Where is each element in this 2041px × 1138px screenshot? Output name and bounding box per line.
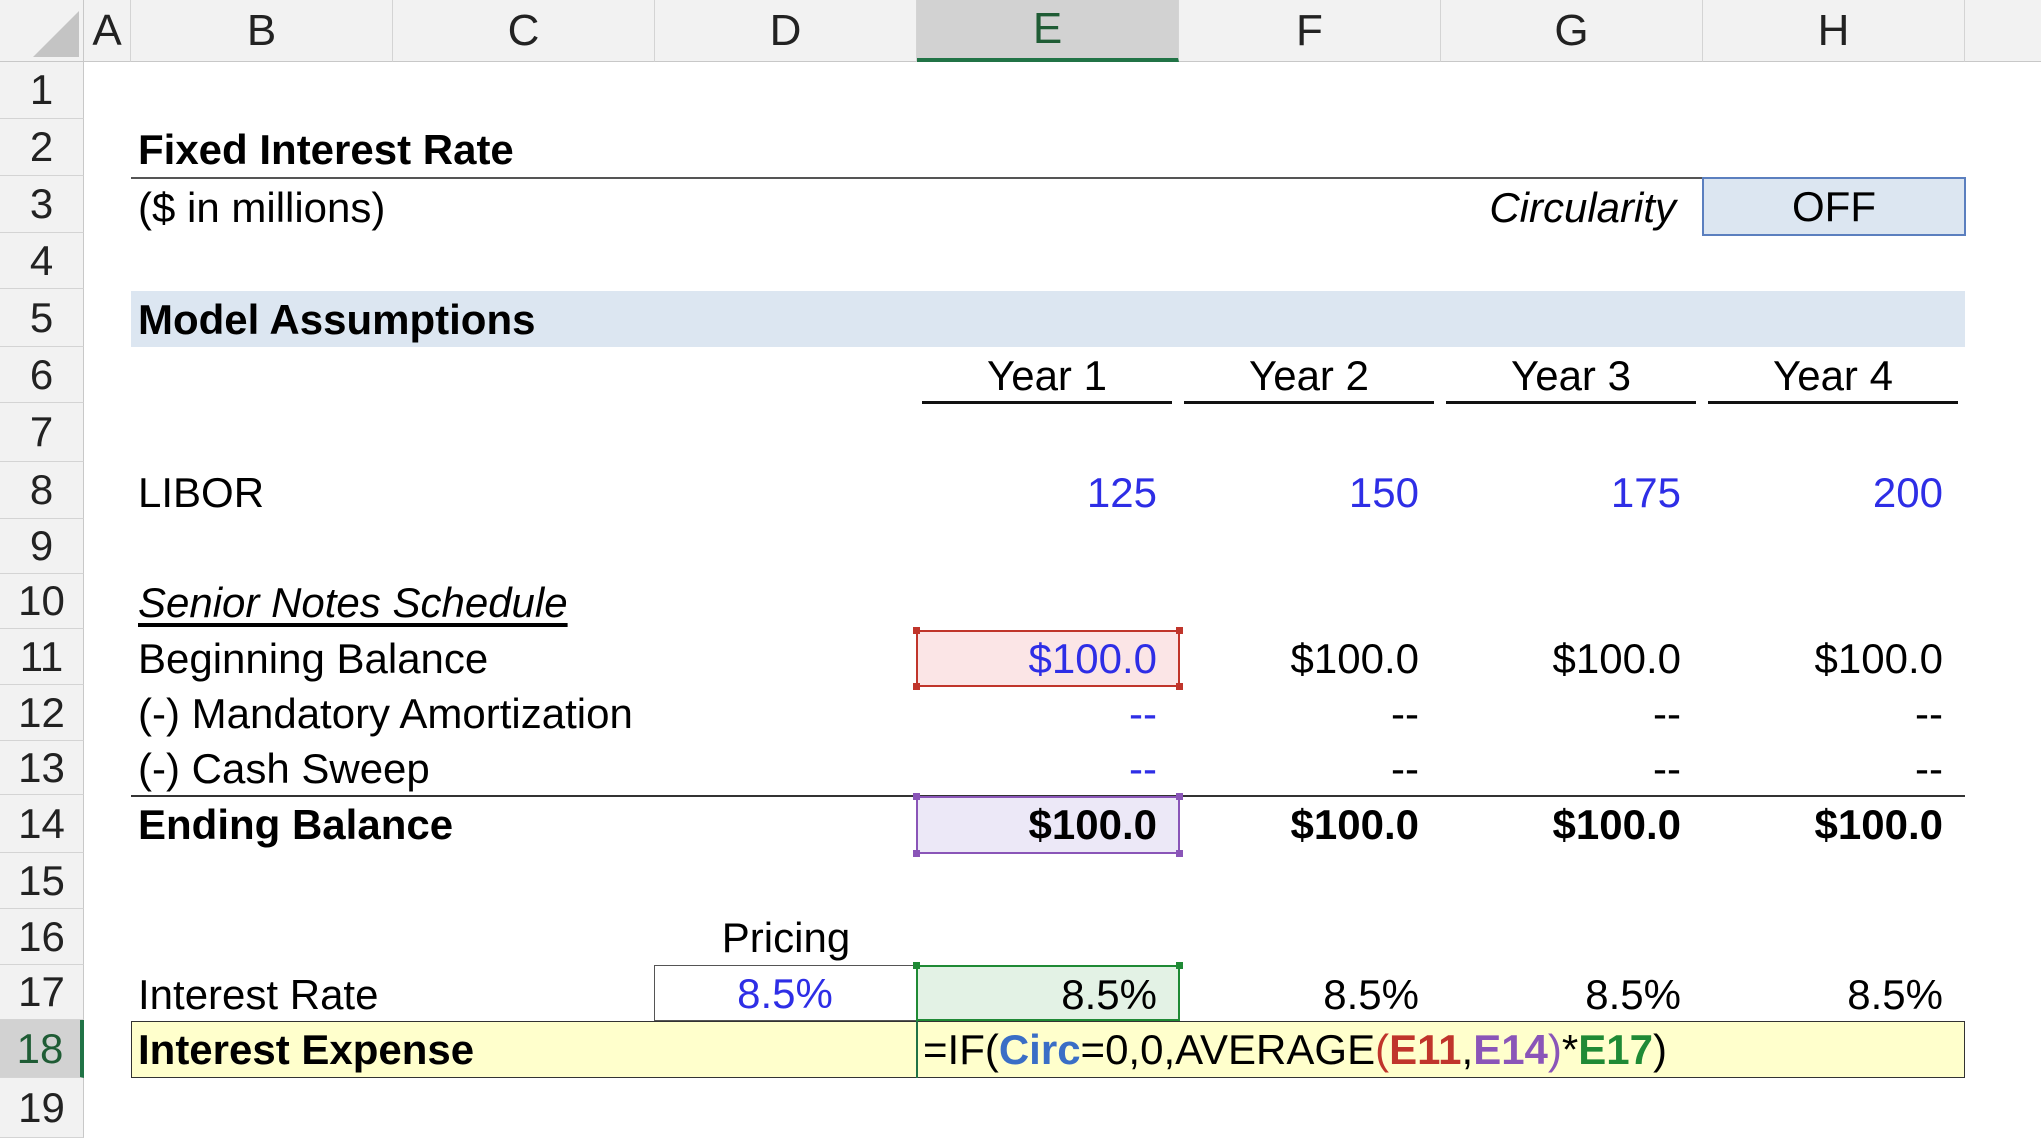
libor-label: LIBOR xyxy=(138,469,265,516)
column-header-d[interactable]: D xyxy=(655,0,917,62)
column-header-a[interactable]: A xyxy=(84,0,131,62)
cash-sweep-year-3[interactable]: -- xyxy=(1441,741,1681,797)
formula-ref-e17: E17 xyxy=(1578,1026,1654,1073)
ending-balance-year-3[interactable]: $100.0 xyxy=(1441,797,1681,853)
pricing-input-cell[interactable]: 8.5% xyxy=(654,965,917,1021)
row-header-8[interactable]: 8 xyxy=(0,462,84,519)
interest-rate-year-3[interactable]: 8.5% xyxy=(1441,967,1681,1023)
row-header-2[interactable]: 2 xyxy=(0,119,84,176)
libor-year-4[interactable]: 200 xyxy=(1703,465,1943,521)
column-header-f[interactable]: F xyxy=(1179,0,1441,62)
formula-ref-e11: E11 xyxy=(1389,1026,1462,1073)
row-header-18[interactable]: 18 xyxy=(0,1020,84,1078)
mandatory-amortization-label: (-) Mandatory Amortization xyxy=(138,690,633,737)
column-header-empty[interactable] xyxy=(1965,0,2041,62)
cash-sweep-year-1[interactable]: -- xyxy=(917,741,1157,797)
formula-comma: , xyxy=(1461,1026,1474,1073)
libor-year-1[interactable]: 125 xyxy=(917,465,1157,521)
section-header: Model Assumptions xyxy=(138,296,536,343)
pricing-label: Pricing xyxy=(721,914,851,961)
column-header-c[interactable]: C xyxy=(393,0,655,62)
row-header-4[interactable]: 4 xyxy=(0,233,84,289)
year-1-underline xyxy=(922,401,1172,404)
interest-expense-label: Interest Expense xyxy=(138,1026,475,1073)
ending-balance-year-4[interactable]: $100.0 xyxy=(1703,797,1943,853)
row-header-5[interactable]: 5 xyxy=(0,289,84,347)
interest-expense-formula[interactable]: =IF(Circ=0,0,AVERAGE(E11,E14)*E17) xyxy=(923,1022,1667,1078)
beginning-balance-year-2[interactable]: $100.0 xyxy=(1179,631,1419,687)
cash-sweep-year-2[interactable]: -- xyxy=(1179,741,1419,797)
row-header-16[interactable]: 16 xyxy=(0,909,84,965)
title-underline xyxy=(131,177,1703,179)
interest-rate-year-1[interactable]: 8.5% xyxy=(917,967,1157,1023)
pricing-value: 8.5% xyxy=(737,970,833,1017)
units-label: ($ in millions) xyxy=(138,184,386,231)
year-header-1: Year 1 xyxy=(987,352,1107,399)
beginning-balance-label: Beginning Balance xyxy=(138,635,489,682)
mandatory-amortization-year-2[interactable]: -- xyxy=(1179,686,1419,742)
row-header-15[interactable]: 15 xyxy=(0,853,84,909)
row-header-13[interactable]: 13 xyxy=(0,741,84,795)
column-header-g[interactable]: G xyxy=(1441,0,1703,62)
beginning-balance-year-3[interactable]: $100.0 xyxy=(1441,631,1681,687)
formula-if: =IF( xyxy=(923,1026,999,1073)
cash-sweep-label: (-) Cash Sweep xyxy=(138,745,430,792)
circularity-toggle[interactable]: OFF xyxy=(1702,177,1966,236)
row-header-7[interactable]: 7 xyxy=(0,403,84,462)
formula-multiply: * xyxy=(1561,1026,1579,1073)
column-header-h[interactable]: H xyxy=(1703,0,1965,62)
row-header-14[interactable]: 14 xyxy=(0,795,84,853)
interest-rate-label: Interest Rate xyxy=(138,971,379,1018)
circularity-label: Circularity xyxy=(1489,184,1676,231)
circularity-value: OFF xyxy=(1792,183,1876,230)
year-4-underline xyxy=(1708,401,1958,404)
row-header-17[interactable]: 17 xyxy=(0,965,84,1020)
libor-year-3[interactable]: 175 xyxy=(1441,465,1681,521)
interest-rate-year-2[interactable]: 8.5% xyxy=(1179,967,1419,1023)
schedule-title: Senior Notes Schedule xyxy=(138,579,568,626)
select-all-triangle-icon xyxy=(33,11,79,57)
column-header-b[interactable]: B xyxy=(131,0,393,62)
year-header-4: Year 4 xyxy=(1773,352,1893,399)
row-header-6[interactable]: 6 xyxy=(0,347,84,403)
row-header-1[interactable]: 1 xyxy=(0,62,84,119)
beginning-balance-year-4[interactable]: $100.0 xyxy=(1703,631,1943,687)
mandatory-amortization-year-3[interactable]: -- xyxy=(1441,686,1681,742)
select-all-corner[interactable] xyxy=(0,0,84,62)
cash-sweep-year-4[interactable]: -- xyxy=(1703,741,1943,797)
formula-end-paren: ) xyxy=(1653,1026,1668,1073)
ending-balance-year-1[interactable]: $100.0 xyxy=(917,797,1157,853)
formula-ref-circ: Circ xyxy=(998,1026,1081,1073)
formula-average: =0,0,AVERAGE xyxy=(1080,1026,1376,1073)
row-header-9[interactable]: 9 xyxy=(0,519,84,574)
interest-rate-year-4[interactable]: 8.5% xyxy=(1703,967,1943,1023)
row-header-19[interactable]: 19 xyxy=(0,1078,84,1138)
row-header-3[interactable]: 3 xyxy=(0,176,84,233)
spreadsheet-grid[interactable]: A B C D E F G H 1 2 3 4 5 6 7 8 9 10 11 … xyxy=(0,0,2041,1138)
row-header-10[interactable]: 10 xyxy=(0,574,84,629)
beginning-balance-year-1[interactable]: $100.0 xyxy=(917,631,1157,687)
column-header-e[interactable]: E xyxy=(917,0,1179,62)
libor-year-2[interactable]: 150 xyxy=(1179,465,1419,521)
mandatory-amortization-year-1[interactable]: -- xyxy=(917,686,1157,742)
formula-close-paren: ) xyxy=(1547,1026,1562,1073)
model-title: Fixed Interest Rate xyxy=(138,126,514,173)
year-header-3: Year 3 xyxy=(1511,352,1631,399)
ending-balance-label: Ending Balance xyxy=(138,801,454,848)
formula-open-paren: ( xyxy=(1375,1026,1390,1073)
year-3-underline xyxy=(1446,401,1696,404)
mandatory-amortization-year-4[interactable]: -- xyxy=(1703,686,1943,742)
year-2-underline xyxy=(1184,401,1434,404)
year-header-2: Year 2 xyxy=(1249,352,1369,399)
row-header-11[interactable]: 11 xyxy=(0,629,84,685)
formula-ref-e14: E14 xyxy=(1473,1026,1548,1073)
row-header-12[interactable]: 12 xyxy=(0,685,84,741)
ending-balance-year-2[interactable]: $100.0 xyxy=(1179,797,1419,853)
